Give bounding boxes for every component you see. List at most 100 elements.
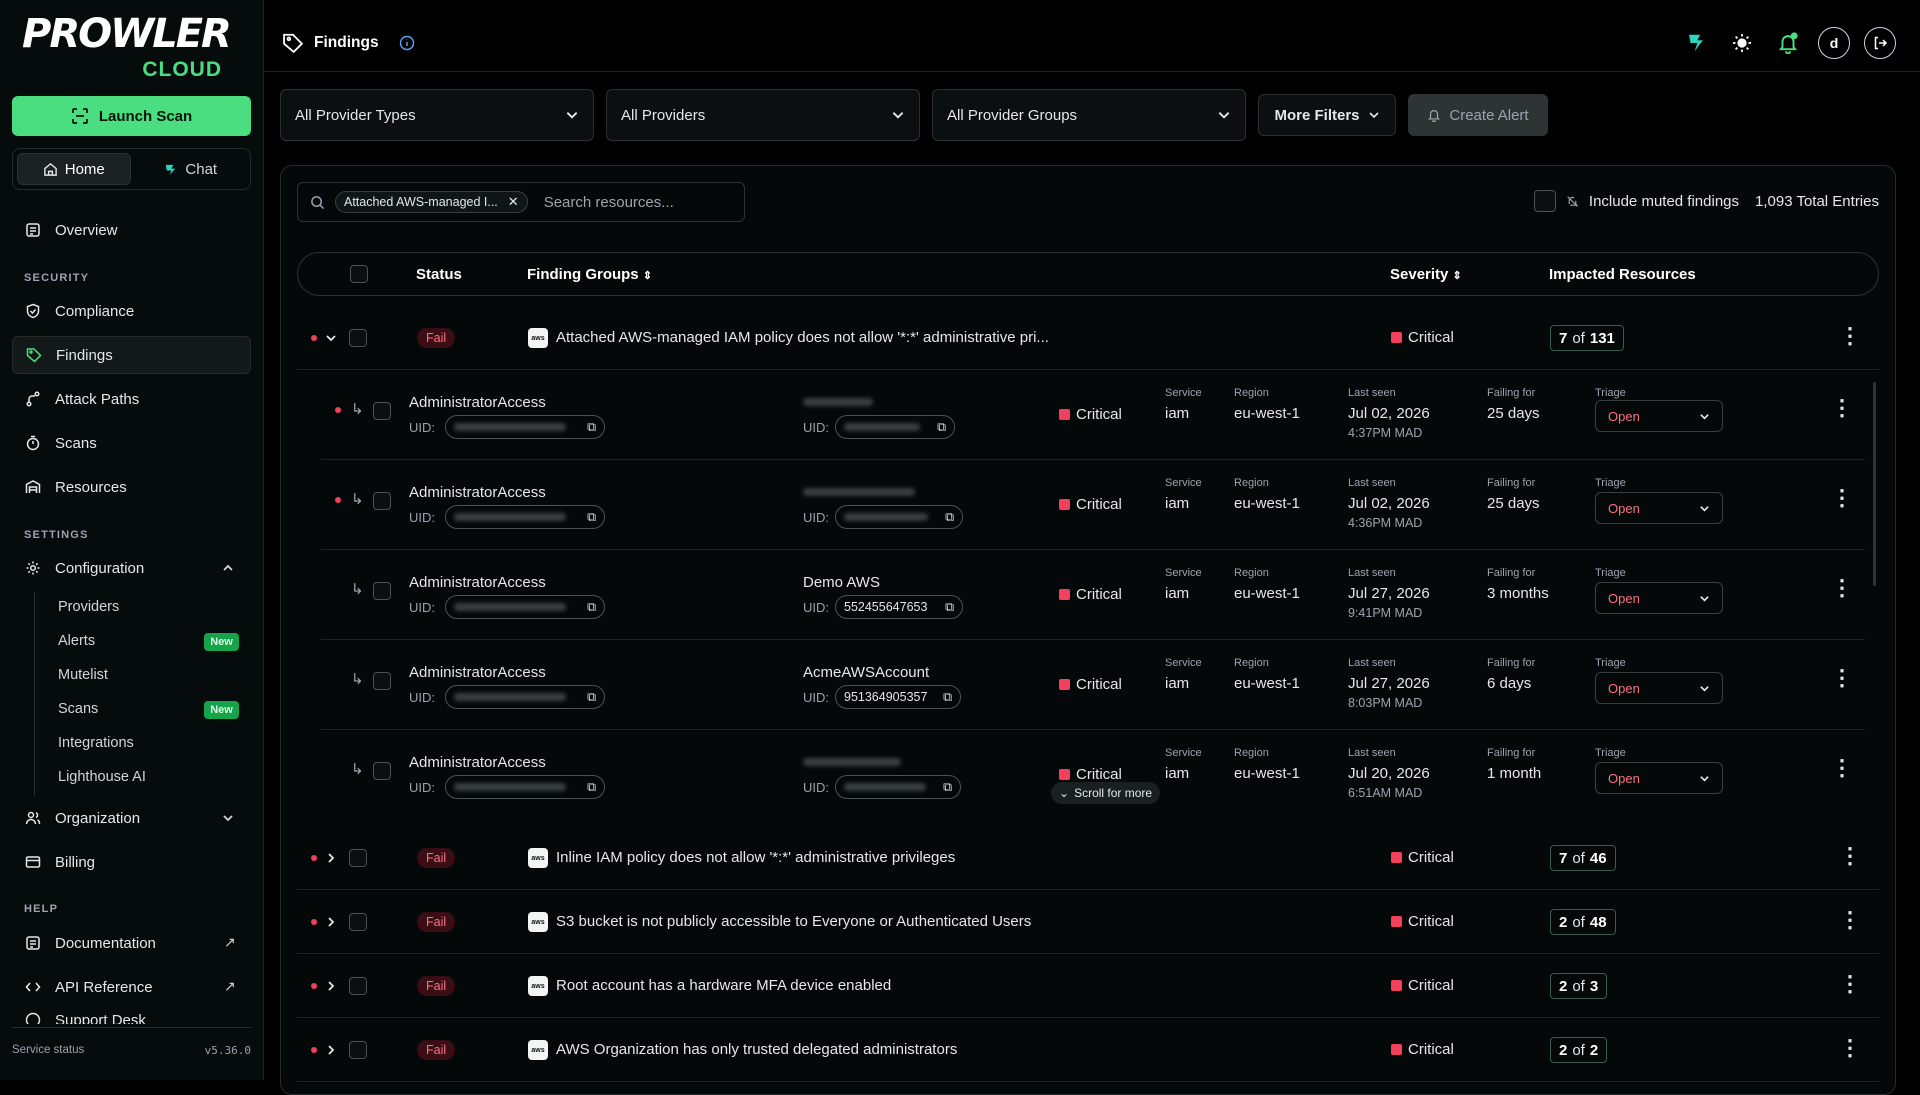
finding-title[interactable]: Attached AWS-managed IAM policy does not… xyxy=(556,329,1049,346)
account-uid-pill[interactable]: ⧉ xyxy=(835,505,963,529)
nav-providers[interactable]: Providers xyxy=(58,599,119,615)
row-checkbox[interactable] xyxy=(349,1041,367,1059)
filter-chip[interactable]: Attached AWS-managed I... ✕ xyxy=(335,191,528,213)
launch-scan-button[interactable]: Launch Scan xyxy=(12,96,251,136)
resource-row[interactable]: ↳ AdministratorAccess UID: ⧉ Demo AWS UI… xyxy=(321,550,1865,640)
resource-name[interactable]: AdministratorAccess xyxy=(409,484,546,501)
resource-uid-pill[interactable]: ⧉ xyxy=(445,685,605,709)
finding-group-row[interactable]: Fail aws Inline IAM policy does not allo… xyxy=(297,826,1879,890)
nav-alerts[interactable]: Alerts xyxy=(58,633,95,649)
chevron-right-icon[interactable] xyxy=(325,1044,337,1056)
more-vertical-icon[interactable]: ⋮ xyxy=(1839,1037,1861,1059)
copy-icon[interactable]: ⧉ xyxy=(587,510,596,525)
copy-icon[interactable]: ⧉ xyxy=(587,420,596,435)
copy-icon[interactable]: ⧉ xyxy=(945,600,954,615)
finding-title[interactable]: AWS Organization has only trusted delega… xyxy=(556,1041,957,1058)
resource-name[interactable]: AdministratorAccess xyxy=(409,754,546,771)
resource-uid-pill[interactable]: ⧉ xyxy=(445,775,605,799)
triage-select[interactable]: Open xyxy=(1595,672,1723,704)
row-checkbox[interactable] xyxy=(373,582,391,600)
impacted-resources-count[interactable]: 2 of 48 xyxy=(1550,909,1616,935)
copy-icon[interactable]: ⧉ xyxy=(587,780,596,795)
select-all-checkbox[interactable] xyxy=(350,265,368,283)
nav-attack-paths[interactable]: Attack Paths xyxy=(12,380,251,418)
nav-overview[interactable]: Overview xyxy=(12,211,251,249)
subtable-scrollbar[interactable] xyxy=(1873,382,1876,586)
finding-title[interactable]: S3 bucket is not publicly accessible to … xyxy=(556,913,1031,930)
scroll-for-more-hint[interactable]: ⌄ Scroll for more xyxy=(1051,782,1161,804)
more-vertical-icon[interactable]: ⋮ xyxy=(1839,909,1861,931)
more-vertical-icon[interactable]: ⋮ xyxy=(1839,845,1861,867)
chevron-right-icon[interactable] xyxy=(325,852,337,864)
notification-bell-icon[interactable] xyxy=(1772,27,1804,59)
account-uid-pill[interactable]: ⧉ xyxy=(835,775,961,799)
search-input[interactable]: Search resources... xyxy=(544,194,674,211)
account-uid-pill[interactable]: 951364905357 ⧉ xyxy=(835,685,961,709)
more-vertical-icon[interactable]: ⋮ xyxy=(1839,325,1861,347)
finding-groups-column-header[interactable]: Finding Groups ⇕ xyxy=(527,266,652,283)
impacted-resources-count[interactable]: 2 of 3 xyxy=(1550,973,1608,999)
more-vertical-icon[interactable]: ⋮ xyxy=(1831,397,1853,419)
more-vertical-icon[interactable]: ⋮ xyxy=(1839,973,1861,995)
nav-api-reference[interactable]: API Reference xyxy=(12,968,251,1006)
resource-uid-pill[interactable]: ⧉ xyxy=(445,415,605,439)
triage-select[interactable]: Open xyxy=(1595,762,1723,794)
triage-select[interactable]: Open xyxy=(1595,582,1723,614)
copy-icon[interactable]: ⧉ xyxy=(587,690,596,705)
resource-row[interactable]: ↳ AdministratorAccess UID: ⧉ AcmeAWSAcco… xyxy=(321,640,1865,730)
chevron-up-icon[interactable] xyxy=(222,562,234,574)
include-muted-checkbox[interactable] xyxy=(1533,190,1556,212)
nav-mutelist[interactable]: Mutelist xyxy=(58,667,108,683)
row-checkbox[interactable] xyxy=(349,329,367,347)
row-checkbox[interactable] xyxy=(349,913,367,931)
finding-title[interactable]: Root account has a hardware MFA device e… xyxy=(556,977,891,994)
copy-icon[interactable]: ⧉ xyxy=(943,690,952,705)
finding-group-row[interactable]: Fail aws S3 bucket is not publicly acces… xyxy=(297,890,1879,954)
more-vertical-icon[interactable]: ⋮ xyxy=(1831,487,1853,509)
row-checkbox[interactable] xyxy=(349,977,367,995)
copy-icon[interactable]: ⧉ xyxy=(945,510,954,525)
account-uid-pill[interactable]: 552455647653 ⧉ xyxy=(835,595,963,619)
info-icon[interactable] xyxy=(399,35,415,51)
providers-select[interactable]: All Providers xyxy=(606,89,920,141)
nav-scans[interactable]: Scans xyxy=(12,424,251,462)
service-status-link[interactable]: Service status xyxy=(12,1044,84,1057)
row-checkbox[interactable] xyxy=(373,672,391,690)
finding-group-row[interactable]: Fail aws AWS Organization has only trust… xyxy=(297,1018,1879,1082)
resource-row[interactable]: ↳ AdministratorAccess UID: ⧉ UID: ⧉ Crit… xyxy=(321,370,1865,460)
impacted-resources-count[interactable]: 7 of 131 xyxy=(1550,325,1624,351)
triage-select[interactable]: Open xyxy=(1595,400,1723,432)
nav-resources[interactable]: Resources xyxy=(12,468,251,506)
more-filters-button[interactable]: More Filters xyxy=(1258,94,1396,136)
nav-organization[interactable]: Organization xyxy=(12,799,251,837)
nav-lighthouse-ai[interactable]: Lighthouse AI xyxy=(58,769,146,785)
more-vertical-icon[interactable]: ⋮ xyxy=(1831,757,1853,779)
impacted-resources-count[interactable]: 2 of 2 xyxy=(1550,1037,1608,1063)
copy-icon[interactable]: ⧉ xyxy=(587,600,596,615)
more-vertical-icon[interactable]: ⋮ xyxy=(1831,577,1853,599)
close-icon[interactable]: ✕ xyxy=(508,194,519,210)
row-checkbox[interactable] xyxy=(373,762,391,780)
create-alert-button[interactable]: Create Alert xyxy=(1408,94,1548,136)
theme-toggle-sun-icon[interactable] xyxy=(1726,27,1758,59)
copy-icon[interactable]: ⧉ xyxy=(937,420,946,435)
nav-billing[interactable]: Billing xyxy=(12,843,251,881)
severity-column-header[interactable]: Severity ⇕ xyxy=(1390,266,1462,283)
finding-group-row[interactable]: Fail aws Root account has a hardware MFA… xyxy=(297,954,1879,1018)
nav-support-desk[interactable]: Support Desk xyxy=(12,1012,251,1024)
search-bar[interactable]: Attached AWS-managed I... ✕ Search resou… xyxy=(297,182,745,222)
nav-config-scans[interactable]: Scans xyxy=(58,701,98,717)
impacted-resources-count[interactable]: 7 of 46 xyxy=(1550,845,1616,871)
finding-title[interactable]: Inline IAM policy does not allow '*:*' a… xyxy=(556,849,955,866)
resource-uid-pill[interactable]: ⧉ xyxy=(445,505,605,529)
provider-types-select[interactable]: All Provider Types xyxy=(280,89,594,141)
finding-group-row[interactable]: Fail aws Attached AWS-managed IAM policy… xyxy=(297,306,1879,370)
resource-name[interactable]: AdministratorAccess xyxy=(409,664,546,681)
provider-groups-select[interactable]: All Provider Groups xyxy=(932,89,1246,141)
chevron-right-icon[interactable] xyxy=(325,980,337,992)
row-checkbox[interactable] xyxy=(373,492,391,510)
nav-compliance[interactable]: Compliance xyxy=(12,292,251,330)
chevron-down-icon[interactable] xyxy=(325,332,337,344)
more-vertical-icon[interactable]: ⋮ xyxy=(1831,667,1853,689)
prowler-logo[interactable]: PROWLER CLOUD xyxy=(22,14,232,81)
